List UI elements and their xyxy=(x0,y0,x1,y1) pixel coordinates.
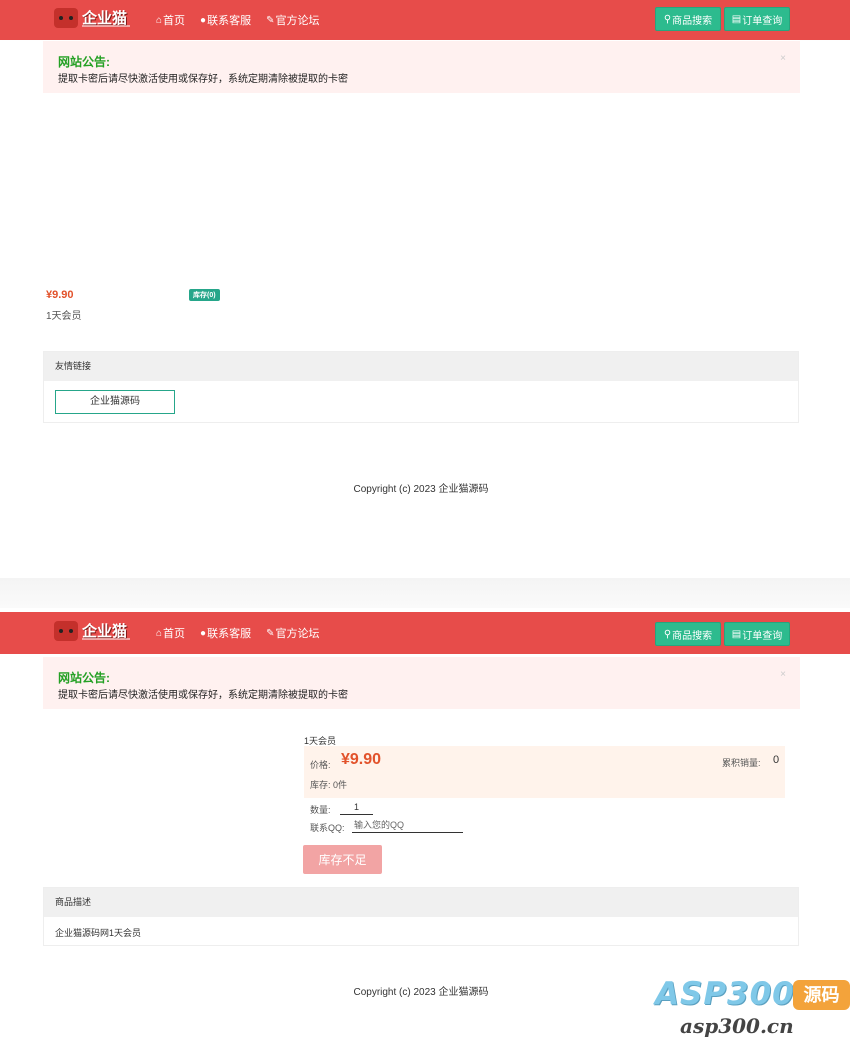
site-notice: 网站公告: 提取卡密后请尽快激活使用或保存好，系统定期清除被提取的卡密 × xyxy=(43,657,800,709)
watermark-url: asp300.cn xyxy=(680,1014,794,1038)
site-notice: 网站公告: 提取卡密后请尽快激活使用或保存好，系统定期清除被提取的卡密 × xyxy=(43,41,800,93)
product-name[interactable]: 1天会员 xyxy=(46,307,82,322)
search-button-label: 商品搜索 xyxy=(672,15,713,27)
search-icon: ⚲ xyxy=(663,13,672,25)
nav-home[interactable]: ⌂ 首页 xyxy=(156,625,185,641)
logo-underline xyxy=(82,25,130,27)
main-nav: ⌂ 首页 ● 联系客服 ✎ 官方论坛 xyxy=(156,612,334,654)
chat-icon: ● xyxy=(200,627,207,639)
watermark: ASP300 源码 asp300.cn xyxy=(655,976,850,1051)
notice-body: 提取卡密后请尽快激活使用或保存好，系统定期清除被提取的卡密 xyxy=(58,690,348,701)
listing-page: 企业猫 ⌂ 首页 ● 联系客服 ✎ 官方论坛 ⚲ 商品搜索 ▤ 订单查询 网站公告: 提取… xyxy=(0,0,850,580)
close-icon[interactable]: × xyxy=(780,53,786,64)
nav-service-label: 联系客服 xyxy=(207,628,252,640)
buy-button[interactable]: 库存不足 xyxy=(303,845,382,874)
chat-icon: ● xyxy=(200,14,207,26)
home-icon: ⌂ xyxy=(156,627,163,639)
edit-icon: ✎ xyxy=(266,627,275,639)
panel-title: 友情链接 xyxy=(44,352,798,381)
close-icon[interactable]: × xyxy=(780,669,786,680)
stock-badge: 库存(0) xyxy=(189,289,220,301)
order-query-label: 订单查询 xyxy=(742,630,783,642)
nav-service[interactable]: ● 联系客服 xyxy=(200,625,251,641)
cat-logo-icon xyxy=(54,621,78,641)
page-separator xyxy=(0,578,850,608)
copyright: Copyright (c) 2023 企业猫源码 xyxy=(353,484,489,495)
home-icon: ⌂ xyxy=(156,14,163,26)
product-price: ¥9.90 xyxy=(46,289,74,301)
edit-icon: ✎ xyxy=(266,14,275,26)
nav-home-label: 首页 xyxy=(163,628,186,640)
nav-forum-label: 官方论坛 xyxy=(275,15,320,27)
navbar: 企业猫 ⌂ 首页 ● 联系客服 ✎ 官方论坛 ⚲ 商品搜索 ▤ 订单查询 xyxy=(0,612,850,654)
detail-page: 企业猫 ⌂ 首页 ● 联系客服 ✎ 官方论坛 ⚲ 商品搜索 ▤ 订单查询 网站公告: 提取… xyxy=(0,612,850,1053)
qq-label: 联系QQ: xyxy=(310,823,345,833)
search-button[interactable]: ⚲ 商品搜索 xyxy=(655,622,721,646)
main-nav: ⌂ 首页 ● 联系客服 ✎ 官方论坛 xyxy=(156,0,334,40)
friend-link[interactable]: 企业猫源码 xyxy=(55,390,175,414)
sales-value: 0 xyxy=(773,754,780,766)
logo[interactable]: 企业猫 xyxy=(54,619,134,643)
search-icon: ⚲ xyxy=(663,628,672,640)
search-button[interactable]: ⚲ 商品搜索 xyxy=(655,7,721,31)
price-box: 价格: ¥9.90 累积销量: 0 库存: 0件 xyxy=(304,746,785,798)
description-panel: 商品描述 企业猫源码网1天会员 xyxy=(43,887,799,946)
notice-body: 提取卡密后请尽快激活使用或保存好，系统定期清除被提取的卡密 xyxy=(58,74,348,85)
notice-title: 网站公告: xyxy=(58,55,110,69)
price-label: 价格: xyxy=(310,760,331,770)
logo[interactable]: 企业猫 xyxy=(54,6,134,30)
order-query-button[interactable]: ▤ 订单查询 xyxy=(724,622,790,646)
sales-label: 累积销量: xyxy=(722,758,761,768)
document-icon: ▤ xyxy=(731,628,742,640)
order-query-label: 订单查询 xyxy=(742,15,783,27)
qq-input[interactable] xyxy=(352,818,463,833)
friend-links-panel: 友情链接 企业猫源码 xyxy=(43,351,799,423)
watermark-tag: 源码 xyxy=(793,980,850,1010)
stock-text: 库存: 0件 xyxy=(310,780,348,790)
order-query-button[interactable]: ▤ 订单查询 xyxy=(724,7,790,31)
nav-forum[interactable]: ✎ 官方论坛 xyxy=(266,625,319,641)
search-button-label: 商品搜索 xyxy=(672,630,713,642)
document-icon: ▤ xyxy=(731,13,742,25)
nav-home-label: 首页 xyxy=(163,15,186,27)
description-body: 企业猫源码网1天会员 xyxy=(55,928,142,938)
price-value: ¥9.90 xyxy=(341,751,382,768)
watermark-brand: ASP300 xyxy=(655,976,795,1012)
panel-title: 商品描述 xyxy=(44,888,798,917)
nav-service[interactable]: ● 联系客服 xyxy=(200,12,251,28)
cat-logo-icon xyxy=(54,8,78,28)
nav-service-label: 联系客服 xyxy=(207,15,252,27)
notice-title: 网站公告: xyxy=(58,671,110,685)
navbar: 企业猫 ⌂ 首页 ● 联系客服 ✎ 官方论坛 ⚲ 商品搜索 ▤ 订单查询 xyxy=(0,0,850,40)
nav-forum[interactable]: ✎ 官方论坛 xyxy=(266,12,319,28)
quantity-input[interactable] xyxy=(340,800,373,815)
logo-underline xyxy=(82,638,130,640)
nav-home[interactable]: ⌂ 首页 xyxy=(156,12,185,28)
nav-forum-label: 官方论坛 xyxy=(275,628,320,640)
quantity-label: 数量: xyxy=(310,805,331,815)
